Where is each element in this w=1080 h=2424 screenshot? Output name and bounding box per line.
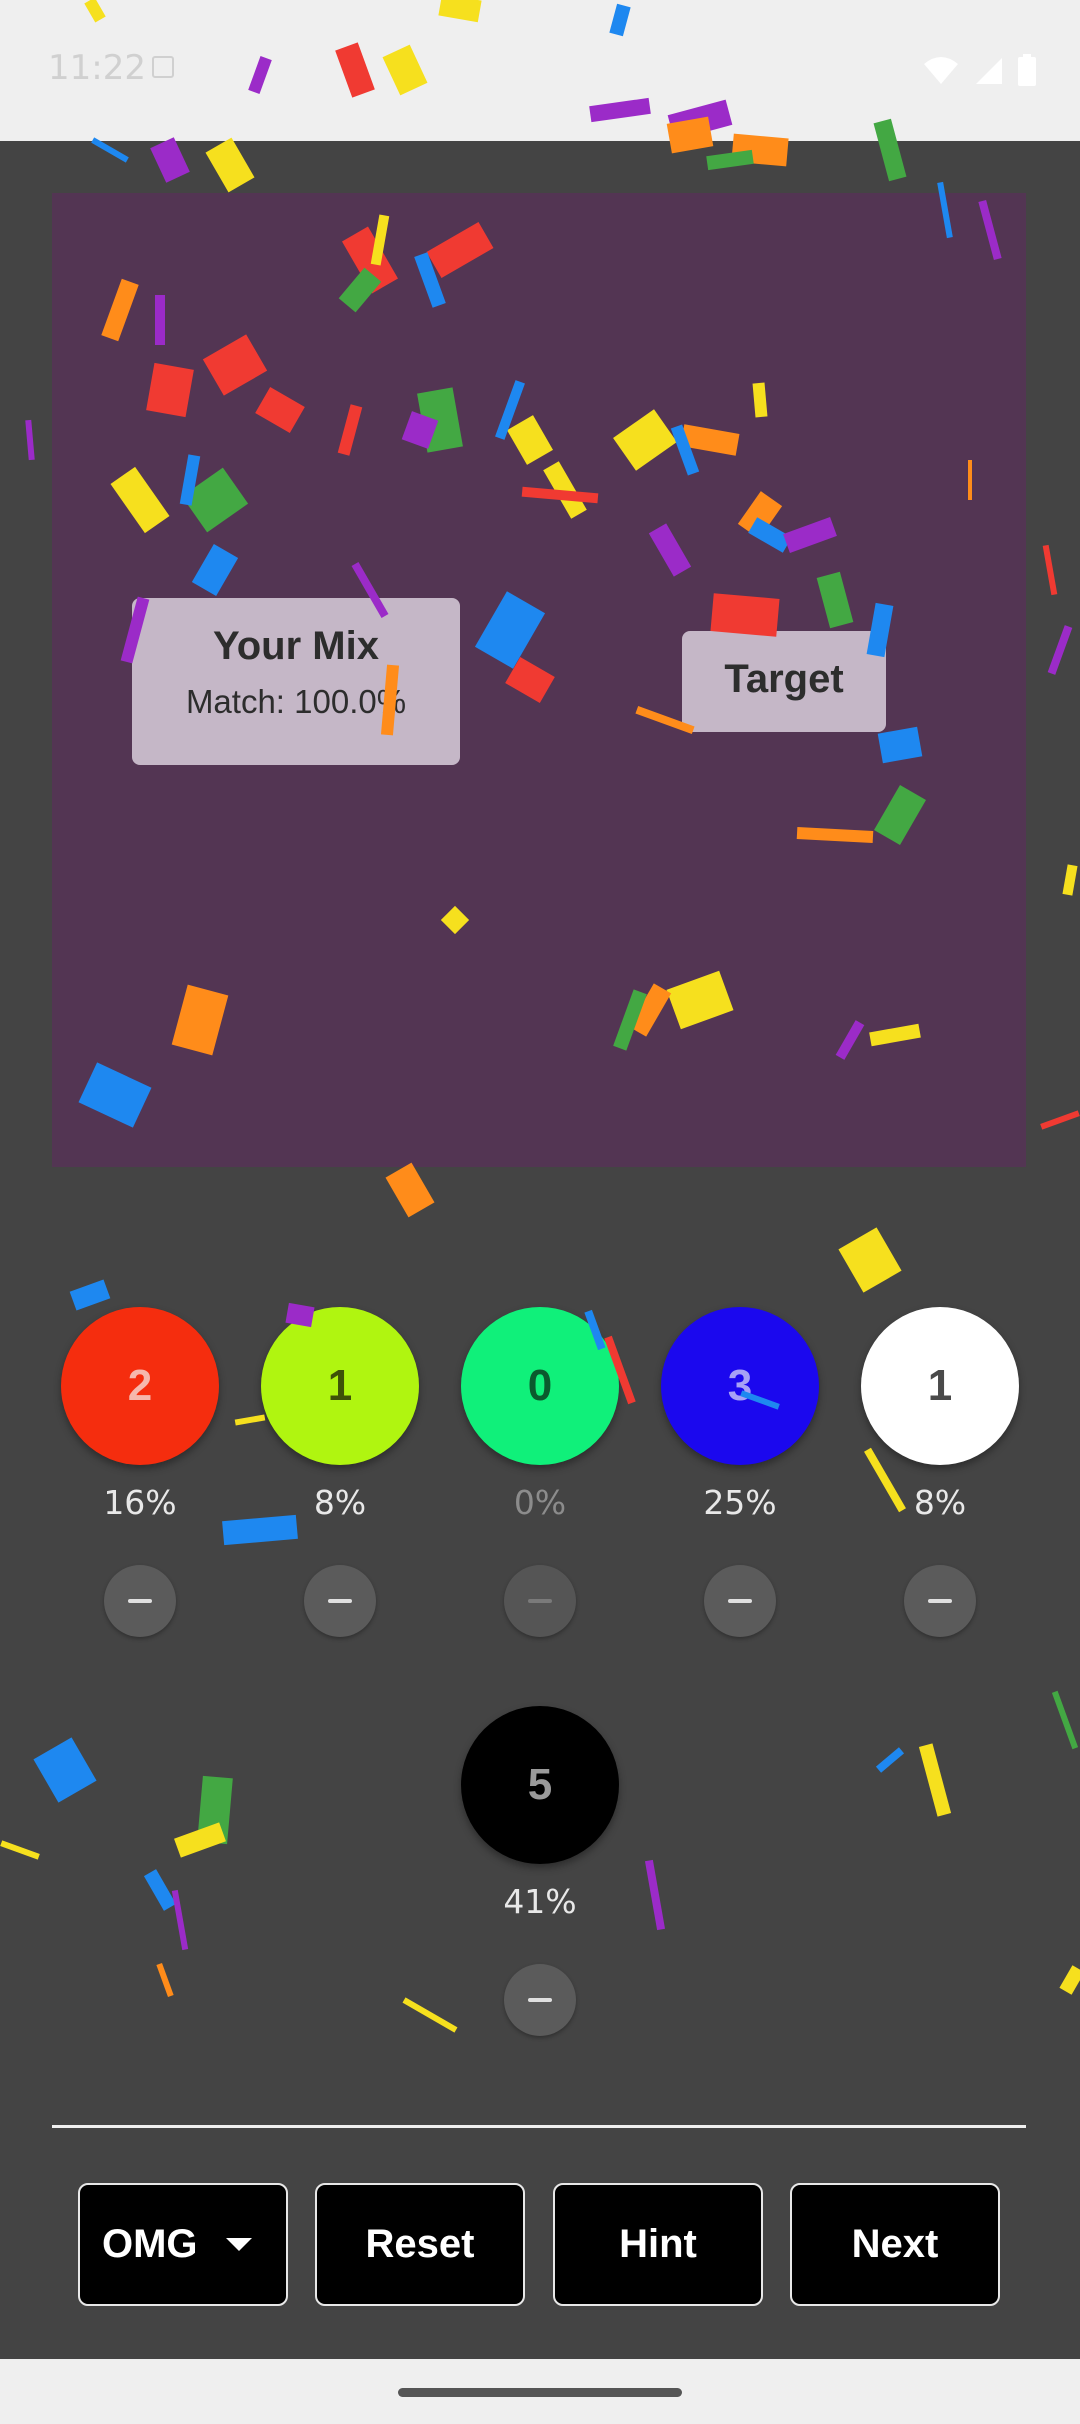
color-swatch-lime[interactable]: 1 [261,1307,419,1465]
confetti-piece [171,1889,189,1951]
divider [52,2125,1026,2128]
color-count-blue: 3 [727,1361,753,1410]
confetti-piece [91,137,129,163]
minus-icon [928,1599,952,1603]
dropdown-arrow-icon [225,2238,252,2251]
color-percent-black: 41% [503,1882,577,1921]
color-swatch-green[interactable]: 0 [461,1307,619,1465]
reset-button[interactable]: Reset [315,2183,525,2306]
status-icons [913,54,1036,91]
battery-icon [1018,54,1036,86]
status-time: 11:22 [48,48,146,88]
wifi-icon [924,57,959,84]
confetti-piece [1040,1110,1080,1130]
confetti-piece [197,1775,233,1845]
confetti-piece [838,1227,902,1293]
color-count-red: 2 [127,1361,153,1410]
target-title: Target [724,657,844,701]
confetti-piece [1062,864,1078,896]
a-icon [152,56,174,78]
difficulty-dropdown[interactable]: OMG [78,2183,288,2306]
minus-icon [328,1599,352,1603]
decrease-green-button[interactable] [504,1565,576,1637]
color-percent-blue: 25% [703,1483,777,1522]
next-button[interactable]: Next [790,2183,1000,2306]
confetti-piece [402,1997,458,2033]
color-swatch-blue[interactable]: 3 [661,1307,819,1465]
decrease-white-button[interactable] [904,1565,976,1637]
confetti-piece [69,1279,111,1311]
decrease-black-button[interactable] [504,1964,576,2036]
next-label: Next [851,2222,939,2266]
minus-icon [728,1599,752,1603]
color-swatch-red[interactable]: 2 [61,1307,219,1465]
confetti-piece [1059,1965,1080,1995]
reset-label: Reset [365,2222,475,2266]
color-swatch-white[interactable]: 1 [861,1307,1019,1465]
confetti-piece [1047,625,1073,675]
confetti-piece [1051,1690,1079,1750]
decrease-red-button[interactable] [104,1565,176,1637]
status-bar: 11:22 [0,0,1080,141]
confetti-piece [918,1743,952,1817]
color-count-black: 5 [527,1760,553,1809]
color-percent-white: 8% [913,1483,967,1522]
color-percent-lime: 8% [313,1483,367,1522]
confetti-piece [156,1962,174,1998]
color-count-lime: 1 [327,1361,353,1410]
confetti-piece [25,419,35,461]
confetti-piece [385,1162,435,1218]
confetti-piece [644,1859,666,1931]
minus-icon [528,1599,552,1603]
confetti-piece [234,1414,266,1426]
confetti-piece [150,137,190,183]
home-gesture-handle[interactable] [398,2388,682,2397]
hint-label: Hint [619,2222,697,2266]
color-swatch-black[interactable]: 5 [461,1706,619,1864]
confetti-piece [706,149,754,171]
color-count-white: 1 [927,1361,953,1410]
color-percent-green: 0% [513,1483,567,1522]
target-card: Target [682,631,886,732]
color-percent-red: 16% [103,1483,177,1522]
hint-button[interactable]: Hint [553,2183,763,2306]
color-count-green: 0 [527,1361,553,1410]
decrease-lime-button[interactable] [304,1565,376,1637]
your-mix-title: Your Mix [213,624,379,668]
your-mix-card: Your Mix Match: 100.0% [132,598,460,765]
minus-icon [528,1998,552,2002]
confetti-piece [143,1869,177,1911]
confetti-piece [174,1822,226,1858]
confetti-piece [875,1747,905,1773]
confetti-piece [1042,544,1058,596]
match-percentage: Match: 100.0% [185,683,407,720]
minus-icon [128,1599,152,1603]
confetti-piece [0,1840,40,1860]
decrease-blue-button[interactable] [704,1565,776,1637]
difficulty-label: OMG [102,2222,198,2266]
signal-icon [975,58,1002,84]
confetti-piece [205,137,255,193]
confetti-piece [33,1737,97,1803]
